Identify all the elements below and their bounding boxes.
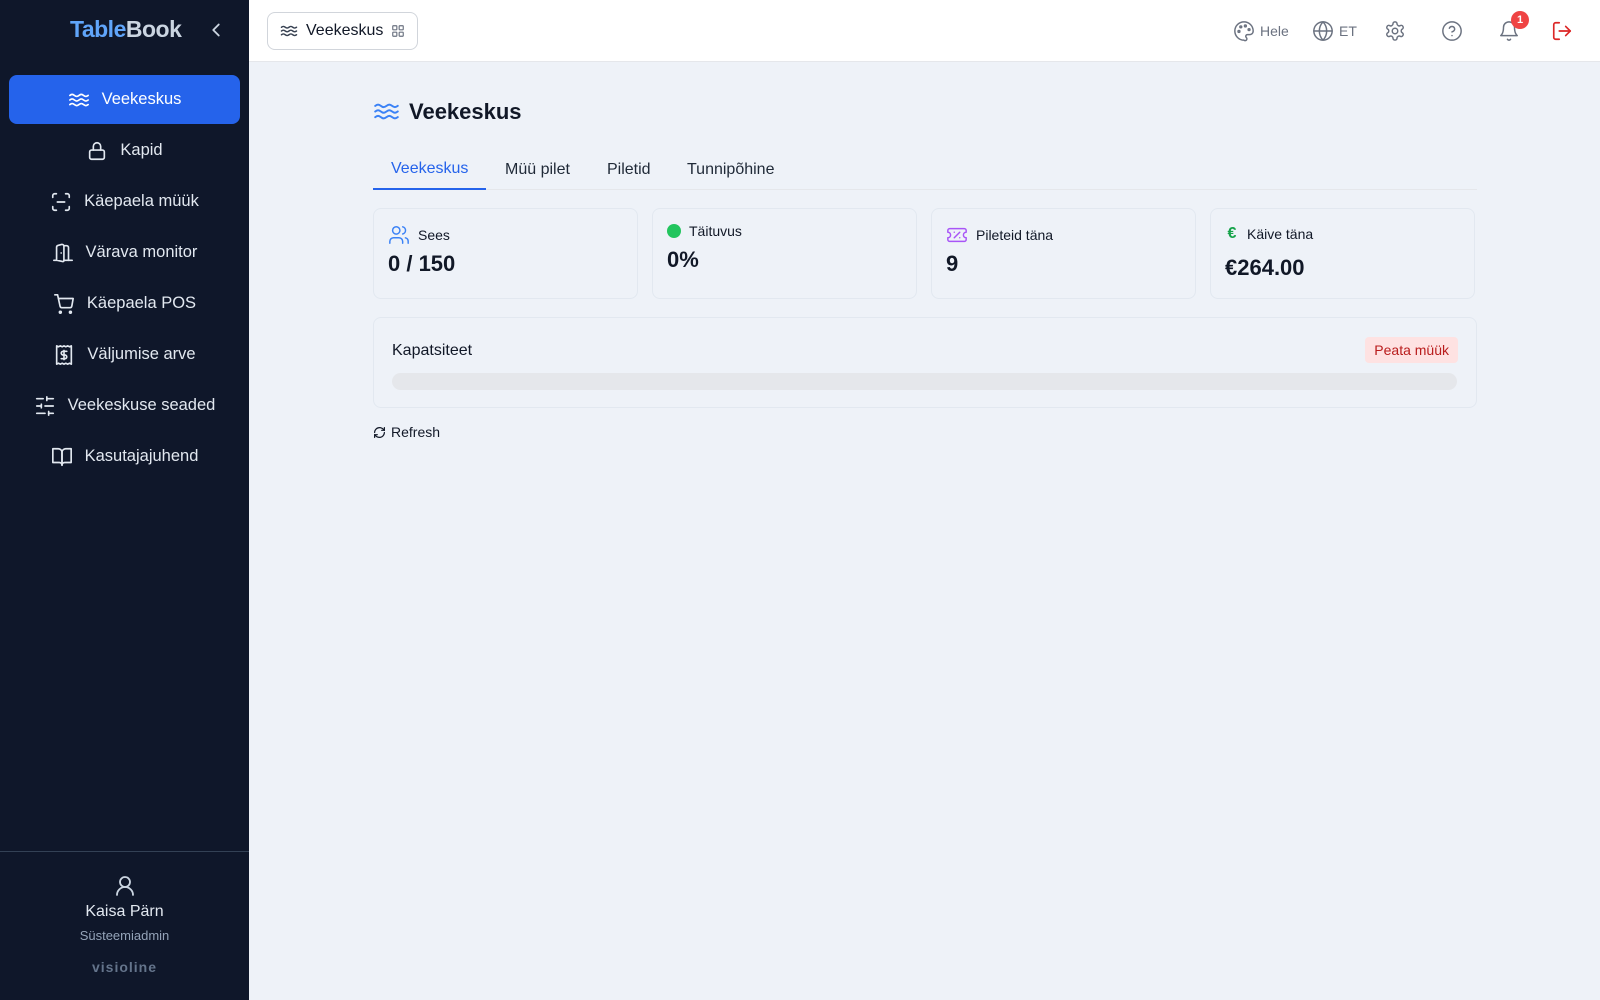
brand-logo[interactable]: TableBook (70, 16, 182, 43)
capacity-panel: Kapatsiteet Peata müük (373, 317, 1477, 408)
help-button[interactable] (1441, 18, 1463, 44)
stat-value: 9 (946, 251, 959, 276)
stat-label-text: Käive täna (1247, 226, 1314, 242)
language-label: ET (1339, 23, 1357, 39)
theme-button[interactable]: Hele (1233, 18, 1289, 44)
sidebar-item-kaepaela-muuk[interactable]: Käepaela müük (9, 177, 240, 226)
tab-bar: Veekeskus Müü pilet Piletid Tunnipõhine (373, 150, 1477, 190)
module-name: Veekeskus (306, 22, 384, 39)
page-title-text: Veekeskus (409, 98, 522, 124)
stat-card-sees: Sees 0 / 150 (373, 208, 638, 299)
sliders-icon (35, 395, 54, 416)
vendor-logo: visioline (91, 959, 158, 975)
sidebar: TableBook Veekeskus Kapid Käepaela müük … (0, 0, 249, 1000)
brand-row: TableBook (0, 0, 249, 61)
refresh-button[interactable]: Refresh (373, 424, 440, 440)
stat-label-text: Täituvus (689, 223, 742, 239)
capacity-progress-bar (392, 373, 1457, 390)
sidebar-item-veekeskus[interactable]: Veekeskus (9, 75, 240, 124)
sidebar-item-valjumise-arve[interactable]: Väljumise arve (9, 330, 240, 379)
status-dot (667, 224, 681, 238)
user-panel: Kaisa Pärn Süsteemiadmin visioline (0, 851, 249, 1000)
refresh-label: Refresh (391, 424, 441, 440)
gear-icon (1386, 21, 1404, 41)
stat-label-text: Pileteid täna (976, 227, 1054, 243)
language-button[interactable]: ET (1312, 18, 1357, 44)
tab-piletid[interactable]: Piletid (589, 150, 669, 190)
stat-label: Pileteid täna (946, 224, 1053, 246)
page-title: Veekeskus (373, 98, 522, 125)
logout-button[interactable] (1551, 18, 1573, 44)
lock-icon (89, 141, 106, 160)
sidebar-item-label: Käepaela POS (86, 294, 197, 312)
brand-part-1: Table (70, 16, 126, 42)
chevron-left-icon (212, 23, 220, 37)
globe-icon (1313, 21, 1333, 41)
euro-icon: € (1227, 225, 1237, 242)
module-switcher-button[interactable]: Veekeskus (267, 12, 419, 50)
waves-icon (374, 103, 399, 120)
sidebar-item-label: Kasutajajuhend (84, 447, 199, 465)
refresh-icon (374, 426, 385, 438)
capacity-title: Kapatsiteet (392, 342, 473, 359)
sidebar-item-kasutajajuhend[interactable]: Kasutajajuhend (9, 432, 240, 481)
notifications-button[interactable]: 1 (1498, 11, 1529, 44)
logout-icon (1552, 21, 1572, 41)
waves-icon (280, 25, 298, 37)
collapse-sidebar-button[interactable] (205, 19, 227, 41)
grid-icon (392, 25, 405, 37)
tab-tunnipohine[interactable]: Tunnipõhine (669, 150, 792, 190)
theme-label: Hele (1260, 23, 1289, 39)
scan-icon (52, 192, 71, 211)
sidebar-item-label: Kapid (120, 141, 163, 159)
stat-card-taituvus: Täituvus 0% (652, 208, 917, 299)
stat-label-text: Sees (418, 227, 450, 243)
sidebar-item-label: Väljumise arve (87, 345, 196, 363)
stat-card-kaive-tana: € Käive täna €264.00 (1210, 208, 1475, 299)
tab-muu-pilet[interactable]: Müü pilet (487, 150, 588, 190)
top-header: Veekeskus Hele ET 1 (249, 0, 1600, 62)
ticket-icon (947, 227, 967, 243)
stat-card-pileteid-tana: Pileteid täna 9 (931, 208, 1196, 299)
notification-badge: 1 (1511, 11, 1529, 29)
user-name: Kaisa Pärn (85, 903, 164, 920)
brand-part-2: Book (125, 16, 182, 42)
cart-icon (53, 293, 74, 314)
sidebar-item-veekeskuse-seaded[interactable]: Veekeskuse seaded (9, 381, 240, 430)
palette-icon (1234, 21, 1254, 42)
stat-value: €264.00 (1225, 255, 1305, 280)
sidebar-item-kapid[interactable]: Kapid (9, 126, 240, 175)
book-icon (51, 447, 72, 466)
sidebar-item-label: Veekeskuse seaded (67, 396, 216, 414)
waves-icon (68, 93, 89, 106)
user-icon[interactable] (113, 874, 137, 898)
stop-sales-button[interactable]: Peata müük (1365, 337, 1458, 363)
sidebar-nav: Veekeskus Kapid Käepaela müük Värava mon… (9, 75, 240, 483)
door-icon (52, 243, 73, 262)
help-icon (1442, 21, 1462, 41)
stat-label: € Käive täna (1225, 225, 1314, 243)
stat-label: Sees (388, 224, 450, 246)
stat-value: 0 / 150 (388, 251, 456, 276)
receipt-icon (56, 344, 73, 365)
sidebar-item-kaepaela-pos[interactable]: Käepaela POS (9, 279, 240, 328)
sidebar-item-label: Värava monitor (85, 243, 198, 261)
sidebar-item-varava-monitor[interactable]: Värava monitor (9, 228, 240, 277)
sidebar-item-label: Käepaela müük (84, 192, 199, 210)
users-icon (389, 226, 409, 244)
sidebar-item-label: Veekeskus (101, 90, 182, 108)
tab-veekeskus[interactable]: Veekeskus (373, 150, 487, 190)
user-role: Süsteemiadmin (79, 928, 170, 943)
stat-label: Täituvus (667, 223, 742, 239)
settings-button[interactable] (1384, 18, 1406, 44)
stat-value: 0% (667, 247, 699, 272)
